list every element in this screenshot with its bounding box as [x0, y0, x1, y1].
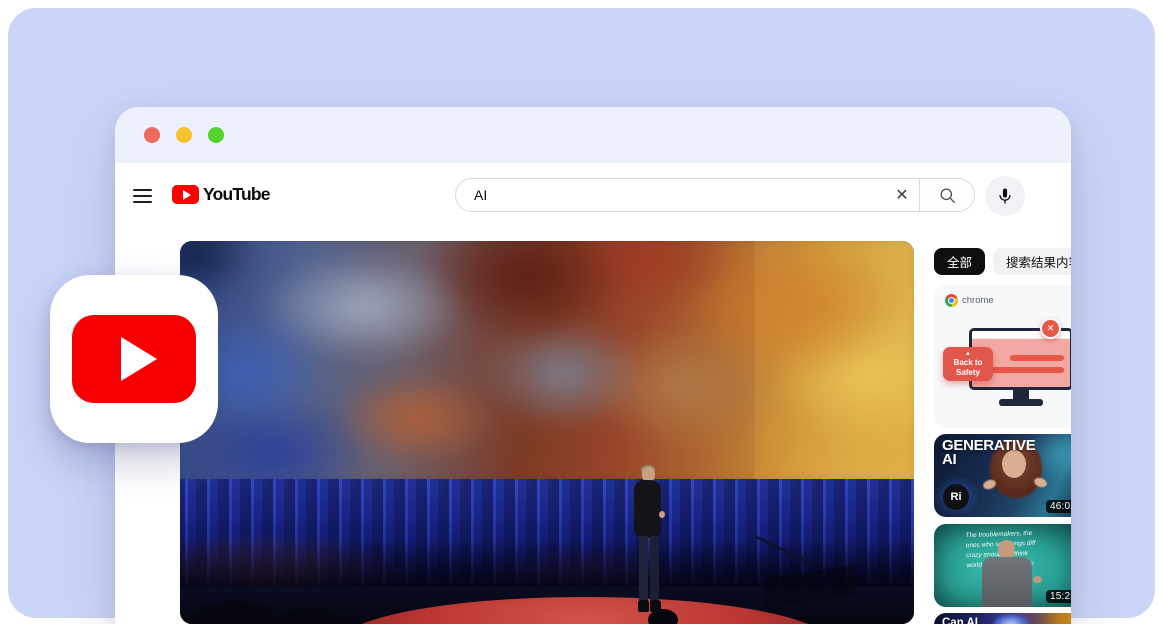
ad-brand-label: chrome — [962, 295, 994, 306]
search-button[interactable] — [920, 179, 974, 211]
projection-screen-right-panel — [755, 241, 914, 481]
video-player[interactable] — [180, 241, 914, 624]
youtube-play-icon-large — [72, 315, 196, 403]
chip-search-results[interactable]: 搜索结果内容 — [993, 248, 1071, 275]
speaker-boot — [650, 600, 661, 612]
minimize-window-button[interactable] — [176, 127, 192, 143]
chrome-ad-card[interactable]: chrome ▲ Back to Safety ✕ — [934, 285, 1071, 428]
monitor-red-bar — [1010, 355, 1064, 361]
video-thumbnail-can-ai[interactable]: Can AI — [934, 613, 1071, 624]
chrome-logo-icon — [945, 294, 958, 307]
monitor-red-bar — [988, 367, 1064, 373]
speaker-boot — [638, 600, 649, 612]
voice-search-button[interactable] — [985, 176, 1025, 216]
play-triangle-icon — [121, 337, 157, 381]
search-results-sidebar: 全部 搜索结果内容 chrome ▲ — [934, 241, 1071, 624]
window-titlebar — [115, 107, 1071, 163]
presenter-hand — [982, 478, 997, 491]
youtube-app-icon[interactable] — [50, 275, 218, 443]
ad-brand-row: chrome — [945, 294, 994, 307]
thumbnail-title-overlay: GENERATIVE AI — [942, 439, 1034, 468]
speaker-body — [634, 480, 661, 538]
back-to-safety-button[interactable]: ▲ Back to Safety — [943, 347, 993, 381]
warning-icon: ▲ — [965, 351, 971, 357]
zoom-window-button[interactable] — [208, 127, 224, 143]
page-background: YouTube ✕ — [0, 0, 1163, 624]
close-window-button[interactable] — [144, 127, 160, 143]
close-badge-icon[interactable]: ✕ — [1040, 318, 1061, 339]
video-thumbnail-ted-talk[interactable]: The troublemakers, the ones who see thin… — [934, 524, 1071, 607]
presenter-body — [982, 557, 1032, 607]
search-icon — [938, 186, 957, 205]
presenter-hand — [1033, 576, 1042, 583]
duration-badge: 15:25 — [1046, 590, 1071, 603]
channel-badge: Ri — [943, 484, 969, 510]
monitor-stand-base — [999, 399, 1043, 406]
search-bar: ✕ — [455, 178, 975, 212]
clear-search-button[interactable]: ✕ — [885, 179, 919, 211]
speaker-figure — [628, 465, 672, 617]
speaker-hand — [659, 511, 665, 518]
speaker-leg — [650, 536, 659, 602]
microphone-icon — [995, 186, 1015, 206]
youtube-play-icon — [172, 185, 199, 204]
duration-badge: 46:02 — [1046, 500, 1071, 513]
thumbnail-title-overlay: Can AI — [942, 617, 978, 624]
youtube-wordmark: YouTube — [203, 184, 270, 205]
video-thumbnail-generative-ai[interactable]: GENERATIVE AI Ri 46:02 — [934, 434, 1071, 517]
menu-icon[interactable] — [133, 189, 152, 203]
youtube-header: YouTube ✕ — [115, 163, 1071, 228]
chip-all[interactable]: 全部 — [934, 248, 985, 275]
browser-window: YouTube ✕ — [115, 107, 1071, 624]
search-input[interactable] — [456, 187, 885, 203]
thumbnail-art — [994, 615, 1028, 624]
filter-chips: 全部 搜索结果内容 — [934, 248, 1071, 275]
youtube-logo[interactable]: YouTube — [172, 184, 270, 205]
clear-icon: ✕ — [895, 185, 908, 205]
speaker-leg — [639, 536, 648, 602]
